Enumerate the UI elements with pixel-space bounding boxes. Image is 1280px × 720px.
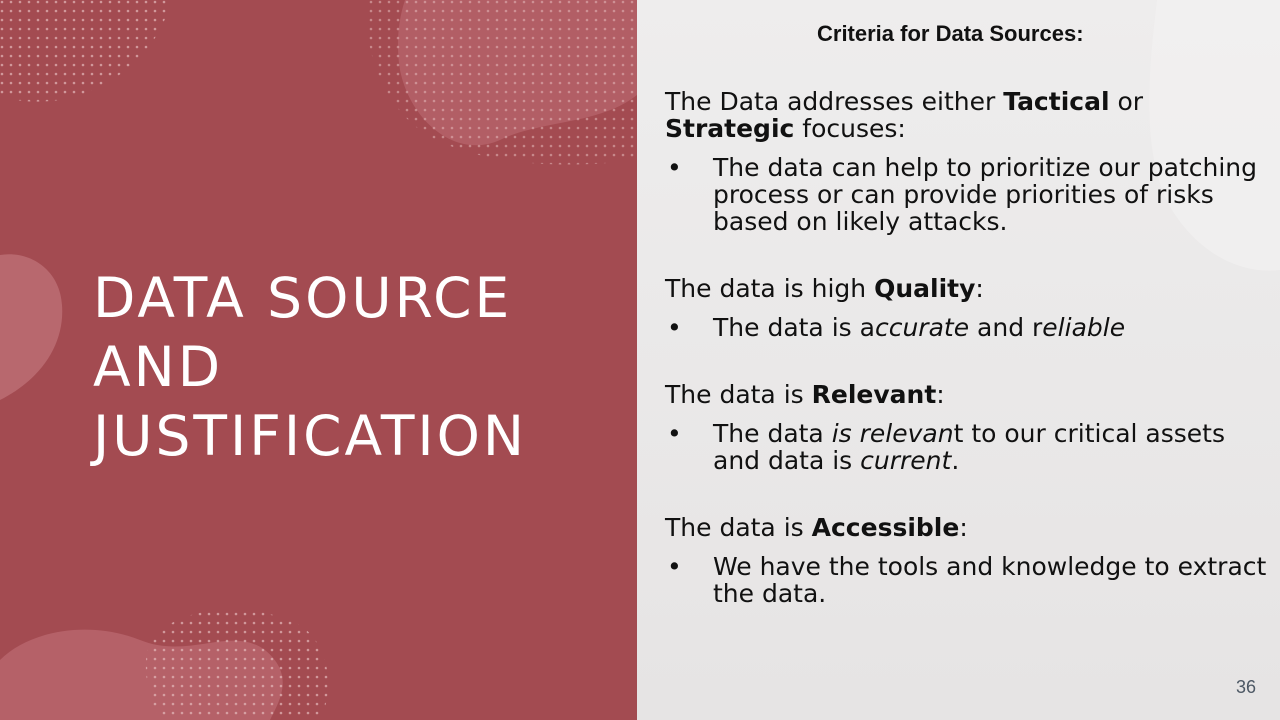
criterion-4-intro: The data is Accessible: [665, 513, 968, 542]
bullet-icon: • [667, 419, 682, 448]
accessible-label: Accessible [811, 513, 960, 542]
criterion-2-intro: The data is high Quality: [665, 274, 984, 303]
tactical-label: Tactical [1003, 87, 1110, 116]
bullet-icon: • [667, 552, 682, 581]
criterion-2-bullet: • The data is accurate and reliable [667, 313, 1126, 342]
bullet-icon: • [667, 313, 682, 342]
criterion-3-intro: The data is Relevant: [665, 380, 945, 409]
criterion-1-intro: The Data addresses either Tactical or St… [665, 87, 1144, 143]
strategic-label: Strategic [665, 114, 795, 143]
slide-title: DATA SOURCE AND JUSTIFICATION [93, 266, 528, 468]
criteria-heading: Criteria for Data Sources: [817, 21, 1084, 46]
bullet-icon: • [667, 153, 682, 182]
quality-label: Quality [874, 274, 976, 303]
page-number: 36 [1235, 677, 1256, 697]
content-panel: Criteria for Data Sources: The Data addr… [637, 0, 1280, 720]
relevant-label: Relevant [811, 380, 937, 409]
title-panel: DATA SOURCE AND JUSTIFICATION [0, 0, 637, 720]
criterion-3-bullet: • The data is relevant to our critical as… [667, 419, 1225, 475]
criterion-4-bullet: • We have the tools and knowledge to extr… [667, 552, 1267, 608]
criterion-1-bullet: • The data can help to prioritize our pat… [667, 153, 1258, 236]
blob-left [0, 254, 63, 400]
criteria-list: The Data addresses either Tactical or St… [665, 88, 1275, 607]
